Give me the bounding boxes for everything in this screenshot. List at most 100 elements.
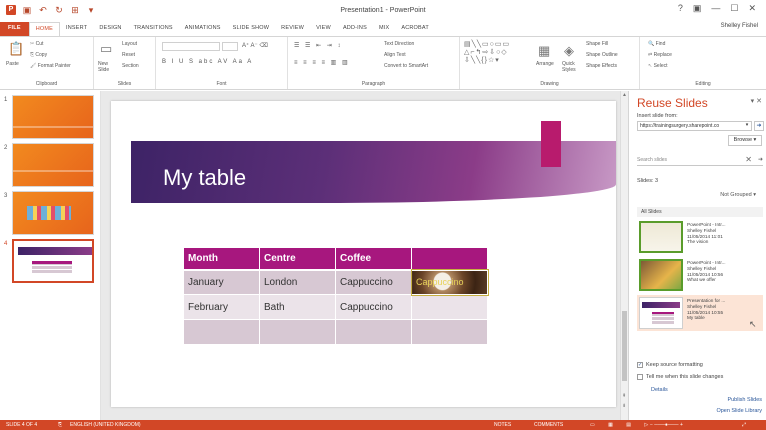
paste-icon[interactable]: 📋 bbox=[8, 41, 24, 57]
go-arrow-icon[interactable]: ➜ bbox=[754, 121, 764, 131]
new-slide-icon[interactable]: ▭ bbox=[100, 41, 112, 57]
font-size-box[interactable] bbox=[222, 42, 238, 51]
tab-add-ins[interactable]: ADD-INS bbox=[337, 22, 373, 36]
arrange-icon[interactable]: ▦ bbox=[538, 43, 550, 59]
tab-file[interactable]: FILE bbox=[0, 22, 29, 36]
tab-review[interactable]: REVIEW bbox=[275, 22, 310, 36]
reuse-slide-item[interactable]: PowerPoint - Intr... Shelley Fishel 11/0… bbox=[637, 257, 763, 293]
comments-button[interactable]: COMMENTS bbox=[534, 422, 563, 428]
tab-slide-show[interactable]: SLIDE SHOW bbox=[227, 22, 276, 36]
reuse-slide-item[interactable]: Presentation for ... Shelley Fishel 11/0… bbox=[637, 295, 763, 331]
prev-slide-icon[interactable]: ⇞ bbox=[622, 393, 626, 399]
scroll-up-icon[interactable]: ▲ bbox=[622, 92, 627, 98]
slide-title[interactable]: My table bbox=[163, 165, 246, 191]
table-cell[interactable] bbox=[411, 319, 488, 345]
list-indent-icons[interactable]: ☰ ☰ ⇤ ⇥ ↕ bbox=[294, 42, 342, 49]
table-header-cell[interactable]: Coffee bbox=[335, 247, 412, 271]
shape-outline-button[interactable]: Shape Outline bbox=[586, 52, 618, 58]
tab-view[interactable]: VIEW bbox=[310, 22, 337, 36]
pane-close-icon[interactable]: ▾ ✕ bbox=[751, 97, 762, 105]
layout-button[interactable]: Layout bbox=[122, 41, 137, 47]
format-painter-button[interactable]: 🖌 Format Painter bbox=[30, 63, 71, 69]
table-cell[interactable]: Bath bbox=[259, 294, 336, 320]
language-status[interactable]: ENGLISH (UNITED KINGDOM) bbox=[70, 422, 141, 428]
align-text-button[interactable]: Align Text bbox=[384, 52, 406, 58]
clear-search-icon[interactable]: ✕ bbox=[745, 155, 752, 164]
reuse-slide-item[interactable]: PowerPoint - Intr... Shelley Fishel 11/0… bbox=[637, 219, 763, 255]
details-link[interactable]: Details bbox=[651, 387, 668, 393]
convert-smartart-button[interactable]: Convert to SmartArt bbox=[384, 63, 428, 69]
table-cell[interactable]: February bbox=[183, 294, 260, 320]
grow-shrink-font-icon[interactable]: A⁺ A⁻ ⌫ bbox=[242, 42, 268, 49]
close-icon[interactable]: ✕ bbox=[748, 3, 756, 14]
shape-effects-button[interactable]: Shape Effects bbox=[586, 63, 617, 69]
cut-button[interactable]: ✂ Cut bbox=[30, 41, 43, 47]
table-cell[interactable]: January bbox=[183, 269, 260, 295]
select-button[interactable]: ↖ Select bbox=[648, 63, 668, 69]
reset-button[interactable]: Reset bbox=[122, 52, 135, 58]
fit-to-window-icon[interactable]: ⤢ bbox=[742, 422, 746, 428]
arrange-button[interactable]: Arrange bbox=[536, 61, 554, 67]
keep-formatting-checkbox[interactable]: ✓ bbox=[637, 362, 643, 368]
slide-table[interactable]: Month Centre Coffee January London Cappu… bbox=[183, 247, 489, 345]
tab-acrobat[interactable]: ACROBAT bbox=[395, 22, 435, 36]
slide-source-url-input[interactable]: https://trainingsurgery.sharepoint.co ▾ bbox=[637, 121, 752, 131]
view-buttons-icons[interactable]: ▭ ▦ ▤ ▷ bbox=[590, 422, 654, 428]
table-image-cell[interactable] bbox=[411, 294, 488, 320]
text-direction-button[interactable]: Text Direction bbox=[384, 41, 414, 47]
keep-source-formatting-option[interactable]: ✓ Keep source formatting bbox=[637, 362, 703, 368]
minimize-icon[interactable]: — bbox=[711, 3, 720, 14]
open-slide-library-link[interactable]: Open Slide Library bbox=[716, 408, 762, 414]
slide-thumbnail-2[interactable] bbox=[12, 143, 94, 187]
quick-styles-icon[interactable]: ◈ bbox=[564, 43, 574, 59]
tab-design[interactable]: DESIGN bbox=[93, 22, 127, 36]
table-cell[interactable]: Cappuccino bbox=[335, 294, 412, 320]
search-go-icon[interactable]: ➜ bbox=[758, 156, 763, 163]
tab-insert[interactable]: INSERT bbox=[60, 22, 93, 36]
current-slide[interactable]: My table Month Centre Coffee January Lon… bbox=[111, 101, 616, 407]
tab-animations[interactable]: ANIMATIONS bbox=[179, 22, 227, 36]
help-icon[interactable]: ? bbox=[678, 3, 683, 14]
table-cell[interactable] bbox=[183, 319, 260, 345]
grouping-dropdown[interactable]: Not Grouped ▾ bbox=[720, 192, 756, 198]
slide-thumbnail-3[interactable] bbox=[12, 191, 94, 235]
quick-styles-button[interactable]: Quick Styles bbox=[562, 61, 582, 73]
scroll-thumb[interactable] bbox=[622, 311, 627, 381]
ribbon-display-icon[interactable]: ▣ bbox=[693, 3, 702, 14]
table-header-cell[interactable] bbox=[411, 247, 488, 271]
table-cell[interactable]: Cappuccino bbox=[335, 269, 412, 295]
tell-me-checkbox[interactable] bbox=[637, 374, 643, 380]
tell-me-option[interactable]: Tell me when this slide changes bbox=[637, 374, 723, 380]
find-button[interactable]: 🔍 Find bbox=[648, 41, 665, 47]
table-header-cell[interactable]: Centre bbox=[259, 247, 336, 271]
maximize-icon[interactable]: ☐ bbox=[730, 3, 738, 14]
replace-button[interactable]: ⇄ Replace bbox=[648, 52, 672, 58]
publish-slides-link[interactable]: Publish Slides bbox=[727, 397, 762, 403]
table-image-cell[interactable]: Cappuccino bbox=[410, 268, 489, 296]
table-cell[interactable]: London bbox=[259, 269, 336, 295]
slide-thumbnail-1[interactable] bbox=[12, 95, 94, 139]
font-format-icons[interactable]: B I U S abc AV Aa A bbox=[162, 59, 253, 65]
shapes-gallery[interactable]: ▤╲╲▭○▭▭ △⌐↰⇨⇩○◇ ⇩╲╲{}☆▾ bbox=[464, 41, 510, 65]
spell-check-icon[interactable]: ⎘ bbox=[58, 422, 62, 428]
new-slide-button[interactable]: New Slide bbox=[98, 61, 120, 73]
next-slide-icon[interactable]: ⇟ bbox=[622, 403, 626, 409]
table-cell[interactable] bbox=[259, 319, 336, 345]
url-dropdown-icon[interactable]: ▾ bbox=[743, 122, 751, 130]
browse-button[interactable]: Browse ▾ bbox=[728, 135, 762, 146]
shape-fill-button[interactable]: Shape Fill bbox=[586, 41, 608, 47]
tab-mix[interactable]: MIX bbox=[373, 22, 395, 36]
search-slides-input[interactable]: Search slides bbox=[637, 154, 763, 166]
tab-home[interactable]: HOME bbox=[28, 22, 61, 36]
slide-thumbnail-4[interactable] bbox=[12, 239, 94, 283]
alignment-icons[interactable]: ≡ ≡ ≡ ≡ ▥ ▥ bbox=[294, 59, 350, 66]
paste-button[interactable]: Paste bbox=[6, 61, 19, 67]
section-button[interactable]: Section bbox=[122, 63, 139, 69]
editor-scrollbar[interactable]: ▲ ⇞ ⇟ bbox=[620, 91, 628, 420]
font-name-box[interactable] bbox=[162, 42, 220, 51]
tab-transitions[interactable]: TRANSITIONS bbox=[128, 22, 179, 36]
table-cell[interactable] bbox=[335, 319, 412, 345]
zoom-slider[interactable]: − ───●─── + bbox=[650, 422, 683, 428]
table-header-cell[interactable]: Month bbox=[183, 247, 260, 271]
notes-button[interactable]: NOTES bbox=[494, 422, 511, 428]
